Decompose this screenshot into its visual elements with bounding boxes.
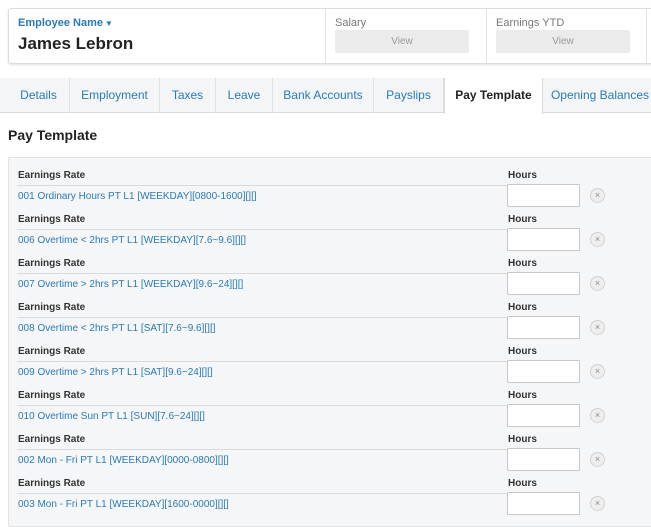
pay-template-row: Earnings Rate Hours 006 Overtime < 2hrs … xyxy=(9,202,651,251)
rate-divider xyxy=(17,405,508,406)
caret-down-icon: ▼ xyxy=(104,19,113,28)
tab-details[interactable]: Details xyxy=(8,78,70,113)
employee-name-dropdown[interactable]: Employee Name ▼ xyxy=(18,17,113,29)
remove-row-icon[interactable]: × xyxy=(590,276,605,291)
earnings-rate-link[interactable]: 001 Ordinary Hours PT L1 [WEEKDAY][0800-… xyxy=(18,191,257,202)
earnings-rate-label: Earnings Rate xyxy=(18,170,86,181)
pay-template-row: Earnings Rate Hours 001 Ordinary Hours P… xyxy=(9,158,651,207)
hours-label: Hours xyxy=(508,478,537,489)
earnings-ytd-view-button[interactable]: View xyxy=(496,30,630,53)
salary-view-button[interactable]: View xyxy=(335,30,469,53)
remove-row-icon[interactable]: × xyxy=(590,452,605,467)
hours-label: Hours xyxy=(508,302,537,313)
earnings-rate-link[interactable]: 010 Overtime Sun PT L1 [SUN][7.6~24][][] xyxy=(18,411,205,422)
remove-row-icon[interactable]: × xyxy=(590,188,605,203)
hours-label: Hours xyxy=(508,346,537,357)
tab-employment[interactable]: Employment xyxy=(70,78,160,113)
tab-pay-template[interactable]: Pay Template xyxy=(444,78,543,114)
earnings-rate-link[interactable]: 003 Mon - Fri PT L1 [WEEKDAY][1600-0000]… xyxy=(18,499,229,510)
earnings-rate-link[interactable]: 007 Overtime > 2hrs PT L1 [WEEKDAY][9.6~… xyxy=(18,279,243,290)
employee-name-label: Employee Name xyxy=(18,17,103,29)
tab-opening-balances[interactable]: Opening Balances xyxy=(543,78,651,113)
earnings-rate-link[interactable]: 008 Overtime < 2hrs PT L1 [SAT][7.6~9.6]… xyxy=(18,323,216,334)
rate-divider xyxy=(17,493,508,494)
employee-tabs: Details Employment Taxes Leave Bank Acco… xyxy=(0,78,651,114)
earnings-rate-label: Earnings Rate xyxy=(18,390,86,401)
hours-label: Hours xyxy=(508,390,537,401)
earnings-rate-link[interactable]: 006 Overtime < 2hrs PT L1 [WEEKDAY][7.6~… xyxy=(18,235,246,246)
earnings-rate-link[interactable]: 002 Mon - Fri PT L1 [WEEKDAY][0000-0800]… xyxy=(18,455,229,466)
remove-row-icon[interactable]: × xyxy=(590,496,605,511)
hours-label: Hours xyxy=(508,258,537,269)
remove-row-icon[interactable]: × xyxy=(590,232,605,247)
rate-divider xyxy=(17,185,508,186)
header-divider xyxy=(646,9,651,63)
salary-section: Salary View xyxy=(325,9,486,63)
pay-template-panel: Earnings Rate Hours 001 Ordinary Hours P… xyxy=(8,157,651,527)
hours-label: Hours xyxy=(508,170,537,181)
rate-divider xyxy=(17,317,508,318)
earnings-rate-label: Earnings Rate xyxy=(18,346,86,357)
section-title: Pay Template xyxy=(8,127,98,143)
remove-row-icon[interactable]: × xyxy=(590,408,605,423)
rate-divider xyxy=(17,229,508,230)
earnings-rate-label: Earnings Rate xyxy=(18,478,86,489)
employee-name: James Lebron xyxy=(18,34,134,53)
rate-divider xyxy=(17,273,508,274)
hours-label: Hours xyxy=(508,214,537,225)
tab-bank-accounts[interactable]: Bank Accounts xyxy=(273,78,374,113)
earnings-ytd-label: Earnings YTD xyxy=(496,17,565,29)
earnings-rate-label: Earnings Rate xyxy=(18,302,86,313)
employee-header-card: Employee Name ▼ James Lebron Salary View … xyxy=(8,8,651,64)
earnings-rate-link[interactable]: 009 Overtime > 2hrs PT L1 [SAT][9.6~24][… xyxy=(18,367,213,378)
hours-label: Hours xyxy=(508,434,537,445)
earnings-rate-label: Earnings Rate xyxy=(18,214,86,225)
remove-row-icon[interactable]: × xyxy=(590,320,605,335)
rate-divider xyxy=(17,361,508,362)
remove-row-icon[interactable]: × xyxy=(590,364,605,379)
earnings-rate-label: Earnings Rate xyxy=(18,258,86,269)
tab-payslips[interactable]: Payslips xyxy=(374,78,444,113)
tab-taxes[interactable]: Taxes xyxy=(160,78,216,113)
pay-template-row: Earnings Rate Hours 008 Overtime < 2hrs … xyxy=(9,290,651,339)
hours-input[interactable] xyxy=(507,492,580,515)
rate-divider xyxy=(17,449,508,450)
salary-label: Salary xyxy=(335,17,367,29)
pay-template-row: Earnings Rate Hours 010 Overtime Sun PT … xyxy=(9,378,651,427)
pay-template-row: Earnings Rate Hours 009 Overtime > 2hrs … xyxy=(9,334,651,383)
pay-template-row: Earnings Rate Hours 003 Mon - Fri PT L1 … xyxy=(9,466,651,515)
earnings-ytd-section: Earnings YTD View xyxy=(486,9,646,63)
earnings-rate-label: Earnings Rate xyxy=(18,434,86,445)
pay-template-row: Earnings Rate Hours 002 Mon - Fri PT L1 … xyxy=(9,422,651,471)
tab-leave[interactable]: Leave xyxy=(216,78,273,113)
pay-template-row: Earnings Rate Hours 007 Overtime > 2hrs … xyxy=(9,246,651,295)
